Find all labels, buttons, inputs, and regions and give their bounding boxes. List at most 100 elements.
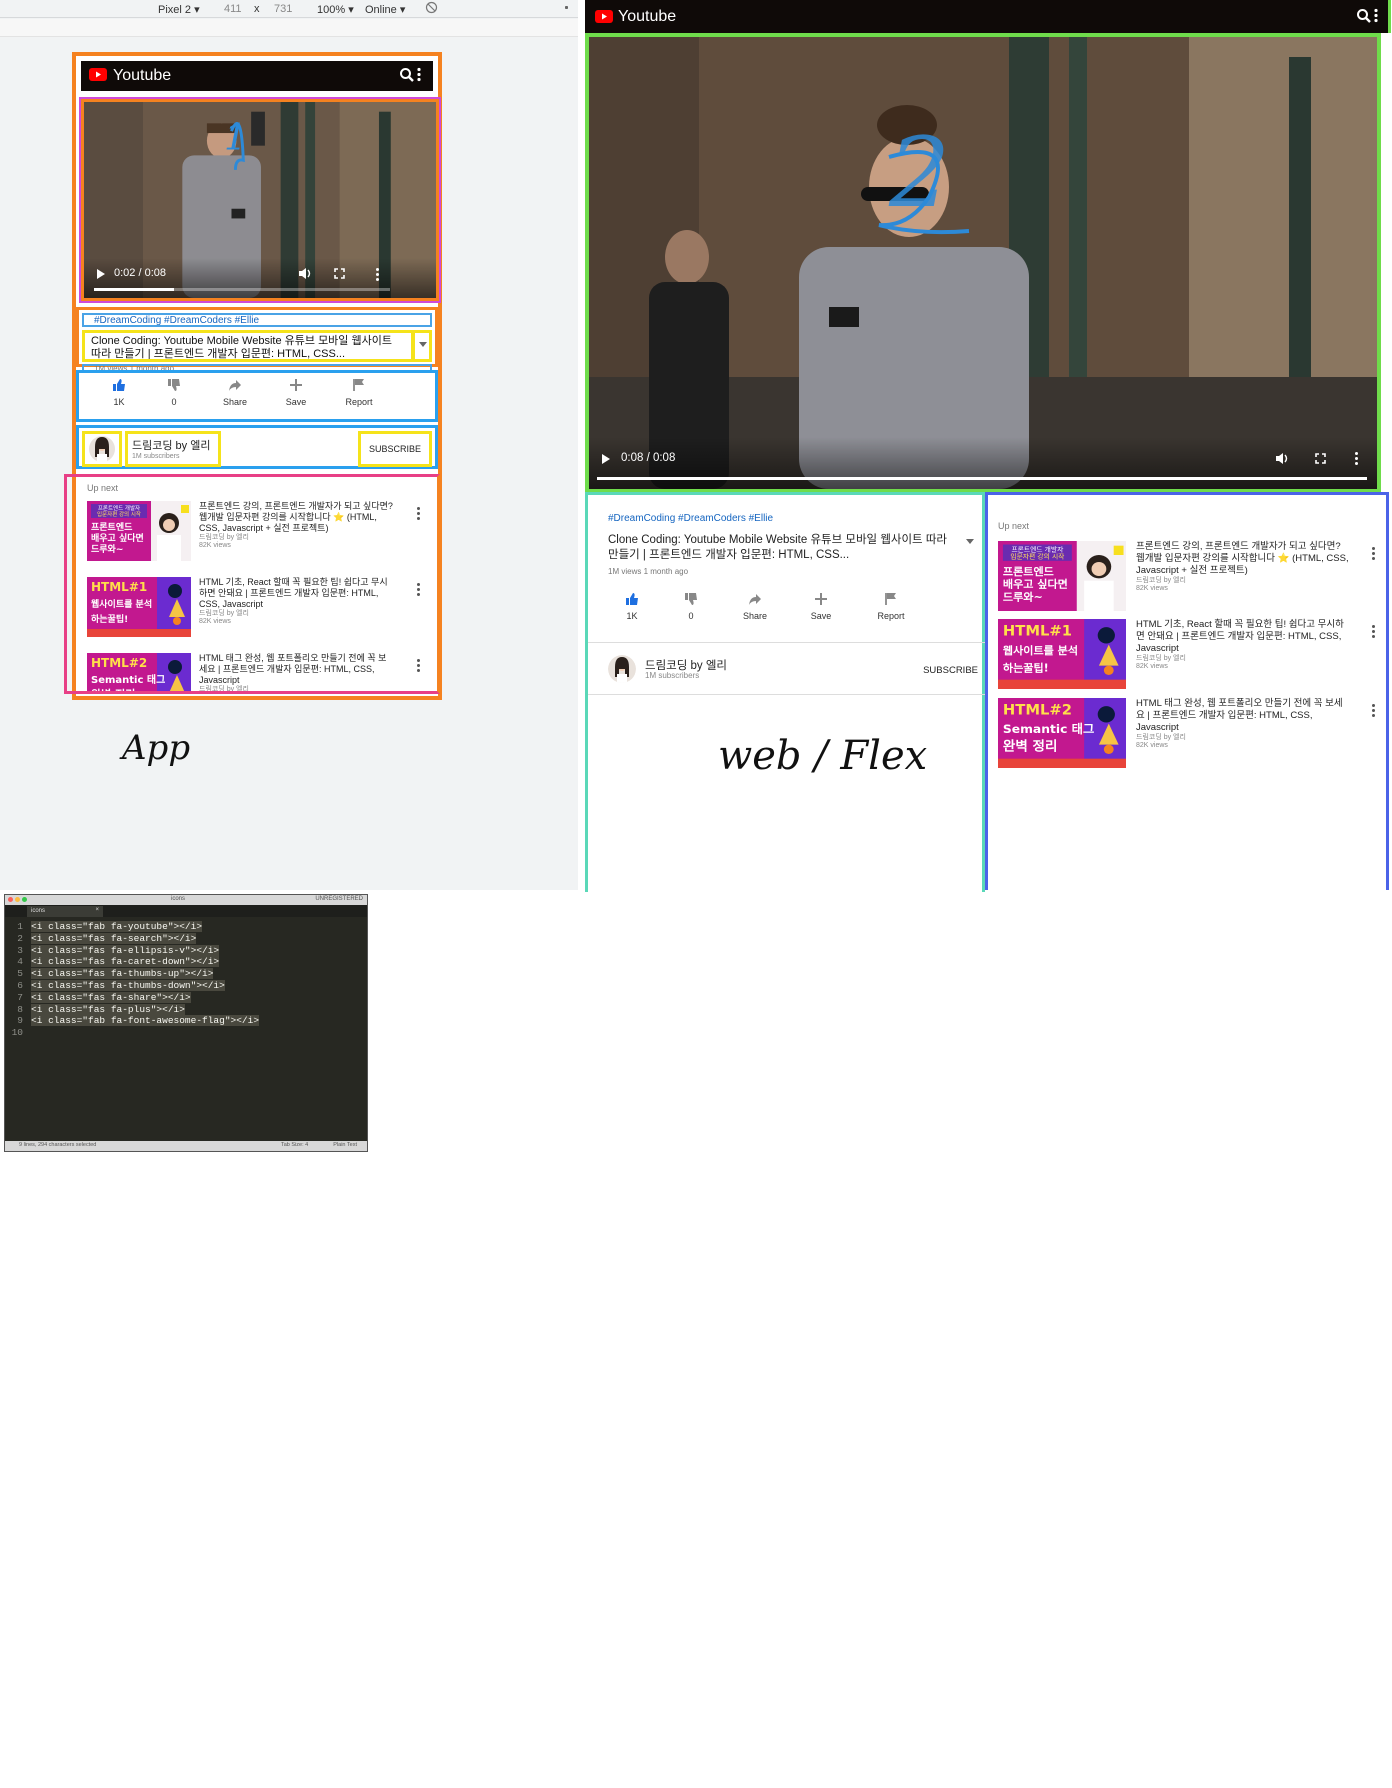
up-next-item[interactable]: 프론트엔드 개발자 입문자편 강의 시작 프론트엔드 배우고 싶다면 드루와~ 프론트엔… xyxy=(998,541,1382,613)
zoom-select[interactable]: 100% ▾ xyxy=(317,3,354,16)
action-flag[interactable]: Report xyxy=(861,592,921,621)
up-next-title[interactable]: HTML 태그 완성, 웹 포트폴리오 만들기 전에 꼭 보세요 | 프론트엔드… xyxy=(199,653,386,685)
video-tags[interactable]: #DreamCoding #DreamCoders #Ellie xyxy=(82,313,432,327)
channel-avatar-box[interactable] xyxy=(82,431,122,467)
caret-down-icon xyxy=(419,342,427,347)
video-thumbnail[interactable]: HTML#1 웹사이트를 분석 하는꿀팁! xyxy=(998,619,1126,689)
volume-icon[interactable] xyxy=(298,267,312,280)
action-thumbs-up[interactable]: 1K xyxy=(89,378,149,407)
up-next-title[interactable]: 프론트엔드 강의, 프론트엔드 개발자가 되고 싶다면? 웹개발 입문자편 강의… xyxy=(199,501,393,533)
action-thumbs-up[interactable]: 1K xyxy=(602,592,662,621)
player-time: 0:02 / 0:08 xyxy=(114,267,166,279)
channel-info[interactable]: 드림코딩 by 엘리 1M subscribers xyxy=(125,431,221,467)
fullscreen-icon[interactable] xyxy=(1315,453,1326,464)
channel-subscribers: 1M subscribers xyxy=(132,453,180,460)
caret-down-icon[interactable] xyxy=(966,539,974,544)
code-text: <i class="fas fa-thumbs-up"></i> xyxy=(31,968,214,980)
action-thumbs-down[interactable]: 0 xyxy=(661,592,721,621)
up-next-item[interactable]: 프론트엔드 개발자 입문자편 강의 시작 프론트엔드 배우고 싶다면 드루와~ 프론트엔… xyxy=(87,501,427,565)
code-line[interactable]: 7 <i class="fas fa-share"></i> xyxy=(5,991,367,1004)
play-icon[interactable] xyxy=(601,453,611,465)
progress-track[interactable] xyxy=(94,288,390,291)
youtube-icon[interactable] xyxy=(89,68,107,86)
code-line[interactable]: 4 <i class="fas fa-caret-down"></i> xyxy=(5,956,367,968)
more-options-icon[interactable] xyxy=(417,659,421,674)
more-options-icon[interactable] xyxy=(417,583,421,598)
code-line[interactable]: 9 <i class="fab fa-font-awesome-flag"></i… xyxy=(5,1015,367,1027)
action-share[interactable]: Share xyxy=(725,592,785,621)
rotate-icon[interactable] xyxy=(425,1,438,17)
up-next-views: 82K views xyxy=(1136,663,1168,670)
avatar[interactable] xyxy=(608,655,636,683)
up-next-item[interactable]: HTML#2 Semantic 태그완벽 정리 HTML 태그 완성, 웹 포트폴… xyxy=(998,698,1382,770)
up-next-text: 프론트엔드 강의, 프론트엔드 개발자가 되고 싶다면? 웹개발 입문자편 강의… xyxy=(1136,541,1350,593)
search-icon[interactable] xyxy=(1356,8,1382,24)
more-options-icon[interactable] xyxy=(1372,547,1376,562)
player-more-icon[interactable] xyxy=(376,268,379,283)
code-line[interactable]: 5 <i class="fas fa-thumbs-up"></i> xyxy=(5,968,367,980)
up-next-item[interactable]: HTML#2 Semantic 태그완벽 정리 HTML 태그 완성, 웹 포트폴… xyxy=(87,653,427,691)
subscribe-button[interactable]: SUBSCRIBE xyxy=(358,431,432,467)
close-icon[interactable]: × xyxy=(95,907,99,913)
action-flag[interactable]: Report xyxy=(329,378,389,407)
video-thumbnail[interactable]: HTML#2 Semantic 태그완벽 정리 xyxy=(87,653,191,691)
editor-statusbar: 9 lines, 294 characters selected Tab Siz… xyxy=(5,1141,367,1151)
code-text: <i class="fas fa-search"></i> xyxy=(31,932,197,944)
up-next-views: 82K views xyxy=(199,618,231,625)
action-share[interactable]: Share xyxy=(205,378,265,407)
code-text: <i class="fas fa-thumbs-down"></i> xyxy=(31,979,225,991)
up-next-title[interactable]: HTML 기초, React 할때 꼭 필요한 팁! 쉽다고 무시하면 안돼요 … xyxy=(1136,619,1344,654)
code-line[interactable]: 3 <i class="fas fa-ellipsis-v"></i> xyxy=(5,944,367,957)
action-plus[interactable]: Save xyxy=(266,378,326,407)
video-thumbnail[interactable]: 프론트엔드 개발자 입문자편 강의 시작 프론트엔드 배우고 싶다면 드루와~ xyxy=(998,541,1126,611)
fullscreen-icon[interactable] xyxy=(334,268,345,279)
editor-code[interactable]: 1 <i class="fab fa-youtube"></i> 2 <i class… xyxy=(5,921,367,1039)
video-thumbnail[interactable]: HTML#2 Semantic 태그완벽 정리 xyxy=(998,698,1126,768)
code-line[interactable]: 8 <i class="fas fa-plus"></i> xyxy=(5,1003,367,1016)
volume-icon[interactable] xyxy=(1275,452,1289,465)
up-next-item[interactable]: HTML#1 웹사이트를 분석 하는꿀팁! HTML 기초, React 할때 꼭 … xyxy=(998,619,1382,691)
up-next-title[interactable]: HTML 기초, React 할때 꼭 필요한 팁! 쉽다고 무시하면 안돼요 … xyxy=(199,577,388,609)
progress-track[interactable] xyxy=(597,477,1367,480)
svg-text:Semantic 태그: Semantic 태그 xyxy=(91,673,165,686)
editor-tab[interactable]: icons × xyxy=(27,906,103,917)
play-icon[interactable] xyxy=(96,268,106,280)
up-next-title[interactable]: 프론트엔드 강의, 프론트엔드 개발자가 되고 싶다면? 웹개발 입문자편 강의… xyxy=(1136,541,1349,576)
line-number: 8 xyxy=(17,1003,23,1015)
expand-description-button[interactable] xyxy=(412,330,432,362)
search-icon[interactable] xyxy=(399,67,425,83)
more-options-icon[interactable] xyxy=(417,507,421,522)
mobile-app-frame: Youtube 1 0:02 / 0:08 #DreamCoding #Drea… xyxy=(64,52,442,700)
action-plus[interactable]: Save xyxy=(791,592,851,621)
video-thumbnail[interactable]: 프론트엔드 개발자 입문자편 강의 시작 프론트엔드 배우고 싶다면 드루와~ xyxy=(87,501,191,561)
youtube-icon[interactable] xyxy=(595,10,613,28)
device-width[interactable]: 411 xyxy=(224,3,242,15)
syntax-status[interactable]: Plain Text xyxy=(333,1142,357,1148)
more-options-icon[interactable] xyxy=(1372,625,1376,640)
action-thumbs-down[interactable]: 0 xyxy=(144,378,204,407)
more-options-icon[interactable] xyxy=(1372,704,1376,719)
web-video-player[interactable]: 2 0:08 / 0:08 xyxy=(585,33,1381,493)
network-throttle-select[interactable]: Online ▾ xyxy=(365,3,405,16)
svg-text:HTML#2: HTML#2 xyxy=(1003,703,1072,719)
editor-window-title: icons xyxy=(171,896,186,902)
code-line[interactable]: 1 <i class="fab fa-youtube"></i> xyxy=(5,921,367,933)
video-player[interactable]: 1 0:02 / 0:08 xyxy=(79,97,441,303)
up-next-text: 프론트엔드 강의, 프론트엔드 개발자가 되고 싶다면? 웹개발 입문자편 강의… xyxy=(199,501,393,550)
tab-size-status[interactable]: Tab Size: 4 xyxy=(281,1142,308,1148)
device-select[interactable]: Pixel 2 ▾ xyxy=(158,3,200,16)
video-thumbnail[interactable]: HTML#1 웹사이트를 분석 하는꿀팁! xyxy=(87,577,191,637)
subscribe-button[interactable]: SUBSCRIBE xyxy=(923,665,978,676)
device-height[interactable]: 731 xyxy=(274,3,292,15)
code-line[interactable]: 6 <i class="fas fa-thumbs-down"></i> xyxy=(5,979,367,992)
code-line[interactable]: 2 <i class="fas fa-search"></i> xyxy=(5,932,367,945)
up-next-item[interactable]: HTML#1 웹사이트를 분석 하는꿀팁! HTML 기초, React 할때 꼭 … xyxy=(87,577,427,641)
svg-text:완벽 정리: 완벽 정리 xyxy=(1003,738,1058,755)
up-next-title[interactable]: HTML 태그 완성, 웹 포트폴리오 만들기 전에 꼭 보세요 | 프론트엔드… xyxy=(1136,698,1343,733)
player-more-icon[interactable] xyxy=(1355,452,1358,467)
code-line[interactable]: 10 xyxy=(5,1027,367,1039)
video-frame xyxy=(589,37,1377,489)
video-title: Clone Coding: Youtube Mobile Website 유튜브… xyxy=(82,330,414,362)
video-tags[interactable]: #DreamCoding #DreamCoders #Ellie xyxy=(608,513,773,524)
up-next-list: Up next 프론트엔드 개발자 입문자편 강의 시작 프론트엔드 배우고 싶다면 드… xyxy=(64,474,440,694)
